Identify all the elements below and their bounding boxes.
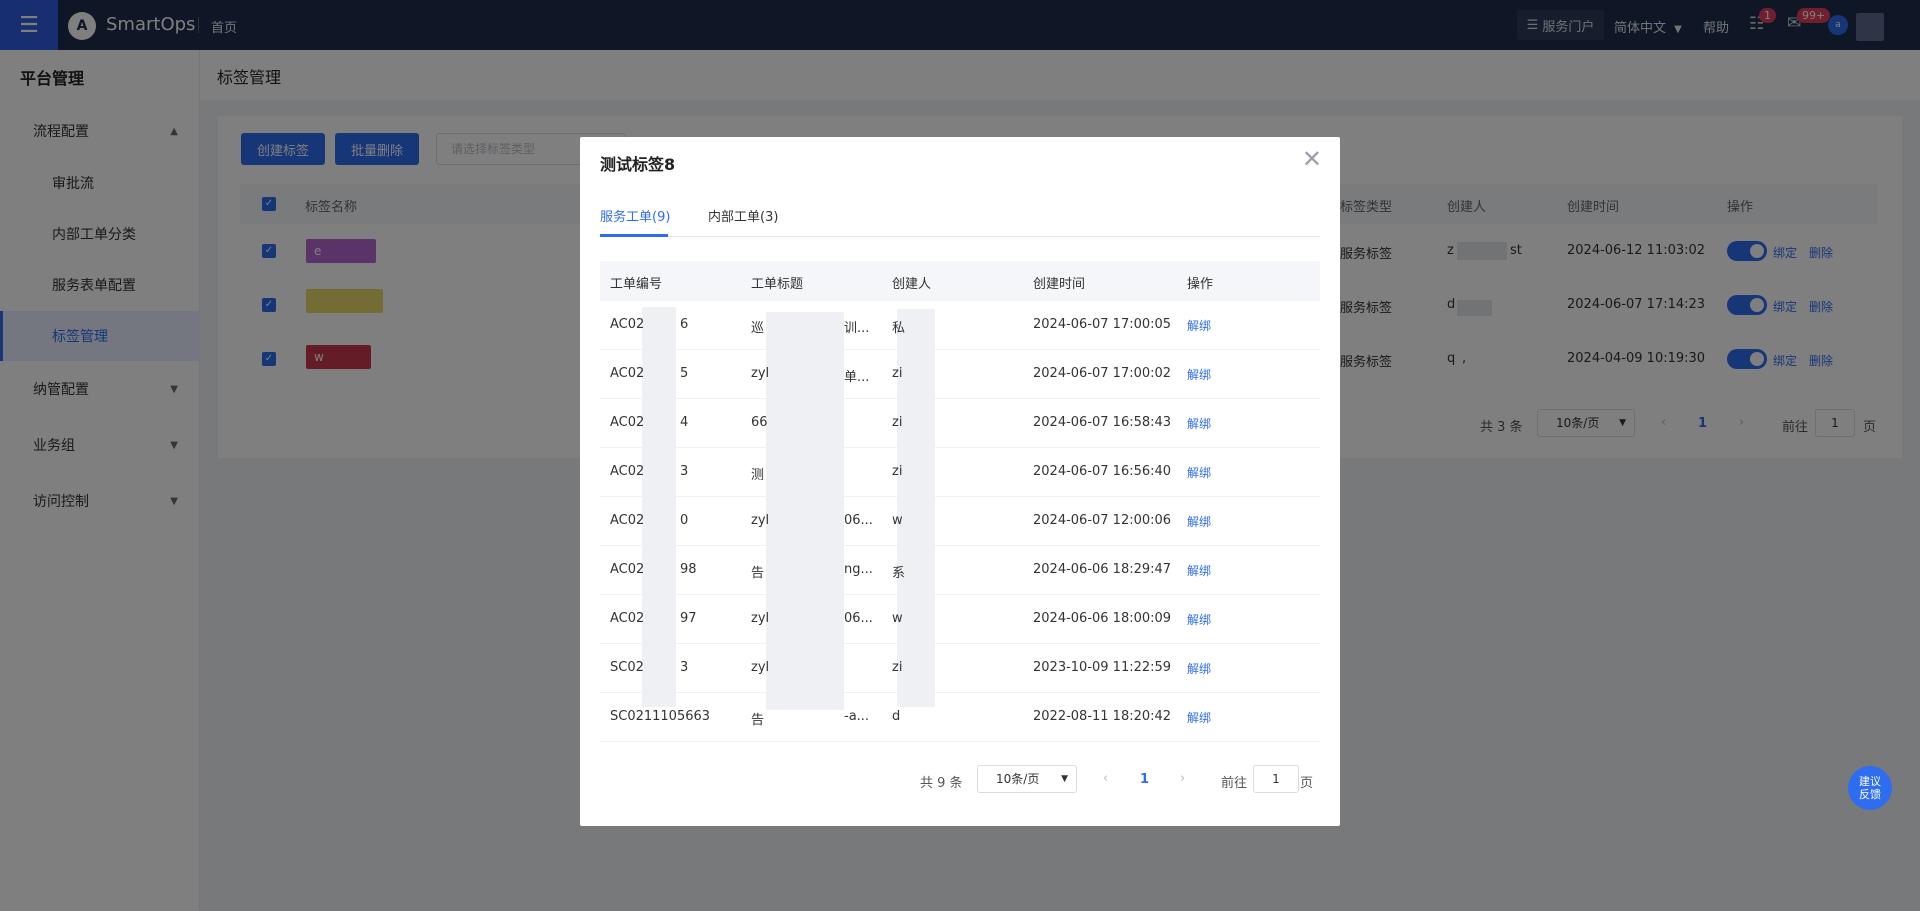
redacted-mask [642,307,676,707]
close-icon[interactable]: ✕ [1302,147,1322,171]
unbind-link[interactable]: 解绑 [1187,317,1211,334]
ticket-creator-cell: w [892,611,903,626]
column-header: 创建人 [892,277,932,292]
ticket-title-suffix: 06... [844,513,873,528]
ticket-id-suffix: 97 [680,611,697,626]
next-page-icon[interactable]: › [1180,771,1185,786]
ticket-id-suffix: 3 [680,660,689,675]
ticket-id-cell: AC02 [610,611,645,626]
ticket-row [600,644,1320,693]
tag-detail-dialog: 测试标签8 ✕ 服务工单(9) 内部工单(3) 工单编号 工单标题 创建人 创建… [580,137,1340,826]
column-header: 创建时间 [1033,277,1086,292]
ticket-title-suffix: ng... [844,562,873,577]
ticket-title-cell: 巡 [751,321,765,336]
ticket-id-cell: AC02 [610,562,645,577]
goto-label: 前往 [1221,776,1248,791]
ticket-title-suffix: 训... [844,321,870,336]
ticket-created-time-cell: 2024-06-06 18:29:47 [1033,562,1172,577]
unbind-link[interactable]: 解绑 [1187,709,1211,726]
page-unit-label: 页 [1300,776,1314,791]
column-header: 操作 [1187,277,1214,292]
pagination-total: 共 9 条 [920,776,963,791]
ticket-creator-cell: zi [892,415,903,430]
ticket-id-cell: SC0211105663 [610,709,711,724]
ticket-created-time-cell: 2023-10-09 11:22:59 [1033,660,1172,675]
ticket-title-cell: zyl [751,366,770,381]
ticket-title-cell: 66 [751,415,768,430]
ticket-row [600,546,1320,595]
ticket-creator-cell: d [892,709,901,724]
feedback-label-line1: 建议 [1859,775,1881,788]
ticket-row [600,497,1320,546]
ticket-title-suffix: 06... [844,611,873,626]
feedback-button[interactable]: 建议 反馈 [1848,766,1892,810]
unbind-link[interactable]: 解绑 [1187,464,1211,481]
ticket-id-cell: AC02 [610,317,645,332]
ticket-title-suffix: -a... [844,709,870,724]
ticket-row [600,301,1320,350]
ticket-creator-cell: 系 [892,566,906,581]
ticket-id-cell: AC02 [610,415,645,430]
tab-service-tickets[interactable]: 服务工单(9) [600,206,670,225]
page-size-label: 10条/页 [996,772,1040,786]
tab-divider [600,236,1320,237]
caret-down-icon: ▼ [1061,774,1068,784]
page-number-current[interactable]: 1 [1140,772,1149,787]
ticket-id-cell: SC02 [610,660,644,675]
redacted-mask [766,312,844,710]
ticket-created-time-cell: 2024-06-07 16:56:40 [1033,464,1172,479]
ticket-created-time-cell: 2024-06-07 17:00:05 [1033,317,1172,332]
unbind-link[interactable]: 解绑 [1187,513,1211,530]
ticket-created-time-cell: 2024-06-07 16:58:43 [1033,415,1172,430]
ticket-row [600,595,1320,644]
ticket-created-time-cell: 2024-06-07 17:00:02 [1033,366,1172,381]
column-header: 工单标题 [751,277,804,292]
ticket-title-cell: zyl [751,611,770,626]
ticket-row [600,399,1320,448]
ticket-creator-cell: 私 [892,321,906,336]
active-tab-indicator [600,234,668,237]
ticket-id-suffix: 0 [680,513,689,528]
unbind-link[interactable]: 解绑 [1187,660,1211,677]
ticket-id-suffix: 4 [680,415,689,430]
ticket-created-time-cell: 2024-06-06 18:00:09 [1033,611,1172,626]
ticket-id-cell: AC02 [610,513,645,528]
ticket-title-cell: zyl [751,660,770,675]
ticket-creator-cell: zi [892,660,903,675]
ticket-id-cell: AC02 [610,464,645,479]
dialog-title: 测试标签8 [600,155,676,174]
goto-page-input[interactable]: 1 [1253,765,1299,793]
unbind-link[interactable]: 解绑 [1187,562,1211,579]
ticket-creator-cell: zi [892,464,903,479]
ticket-created-time-cell: 2024-06-07 12:00:06 [1033,513,1172,528]
feedback-label-line2: 反馈 [1859,788,1881,801]
ticket-creator-cell: w [892,513,903,528]
tab-internal-tickets[interactable]: 内部工单(3) [708,206,778,225]
ticket-row [600,350,1320,399]
ticket-row [600,448,1320,497]
column-header: 工单编号 [610,277,663,292]
page-size-select[interactable]: 10条/页 ▼ [977,765,1077,793]
ticket-title-cell: 告 [751,566,765,581]
ticket-id-suffix: 6 [680,317,689,332]
ticket-title-cell: 告 [751,713,765,728]
prev-page-icon[interactable]: ‹ [1103,771,1108,786]
ticket-title-cell: 测 [751,468,765,483]
ticket-title-suffix: 单... [844,370,870,385]
ticket-id-cell: AC02 [610,366,645,381]
unbind-link[interactable]: 解绑 [1187,415,1211,432]
redacted-mask [897,309,935,707]
ticket-title-cell: zyl [751,513,770,528]
ticket-id-suffix: 3 [680,464,689,479]
ticket-id-suffix: 98 [680,562,697,577]
unbind-link[interactable]: 解绑 [1187,611,1211,628]
ticket-creator-cell: zi [892,366,903,381]
ticket-created-time-cell: 2022-08-11 18:20:42 [1033,709,1172,724]
ticket-id-suffix: 5 [680,366,689,381]
unbind-link[interactable]: 解绑 [1187,366,1211,383]
